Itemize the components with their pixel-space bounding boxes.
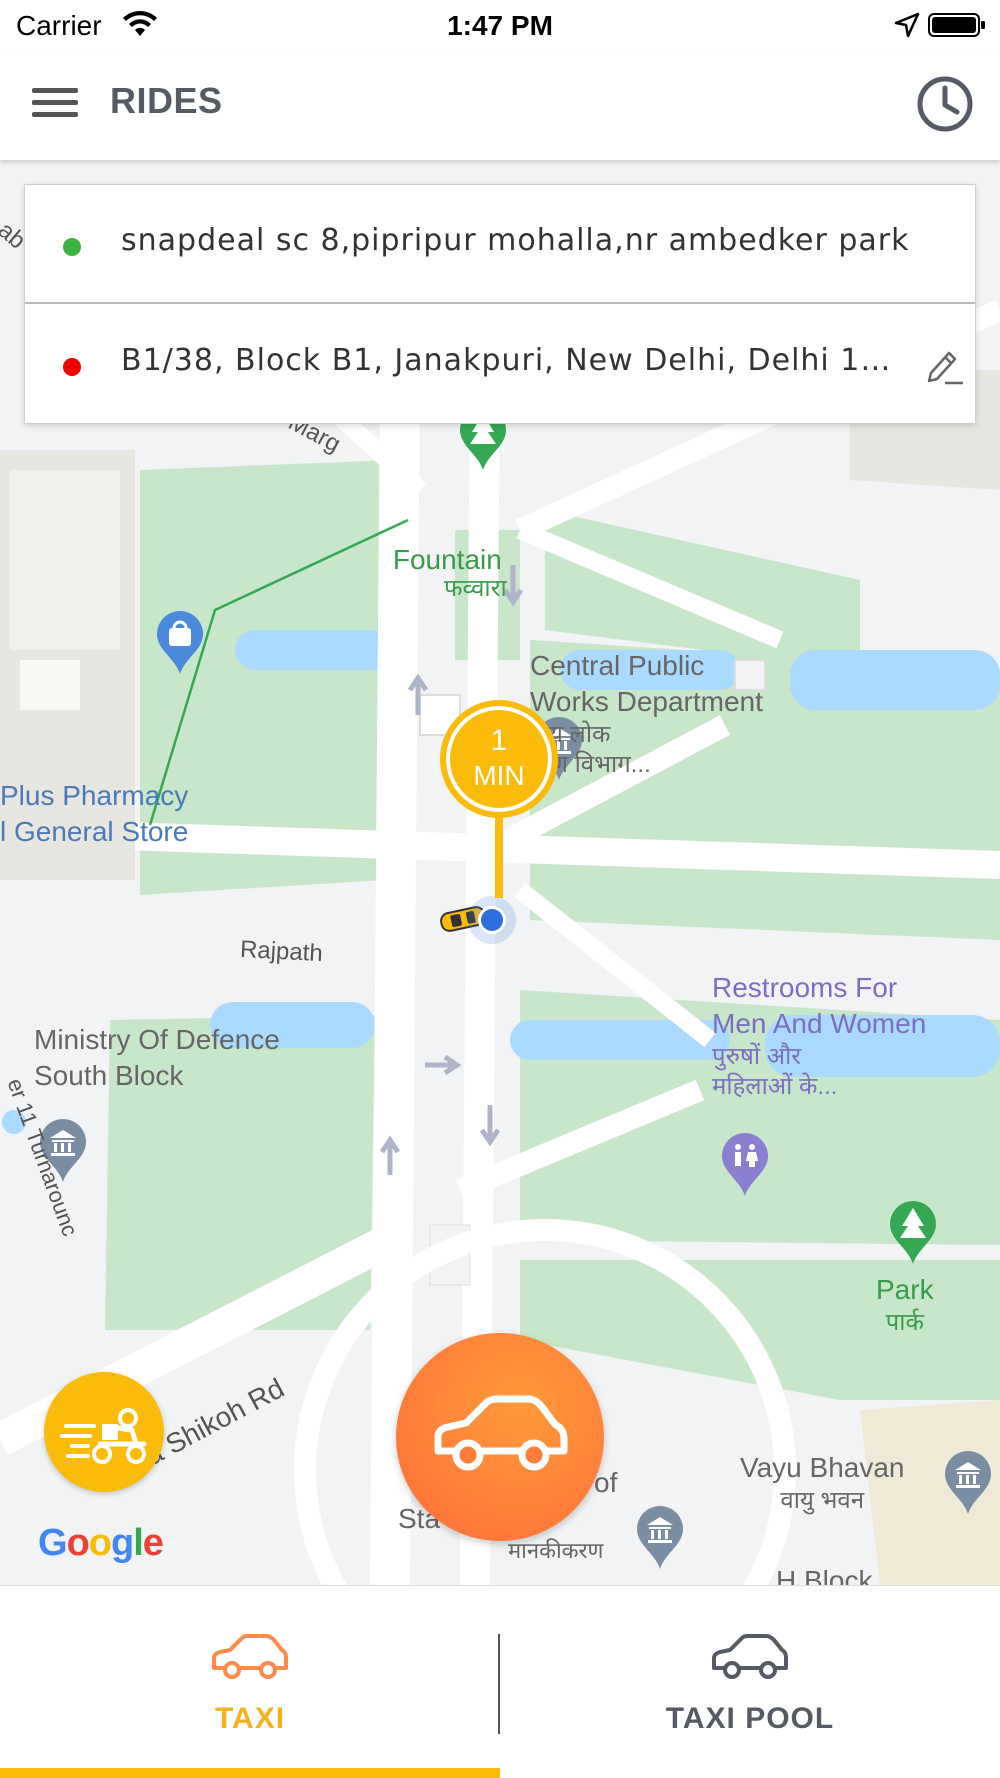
car-pool-icon xyxy=(712,1634,788,1679)
eta-marker: 1 MIN xyxy=(440,700,558,818)
tab-taxi-label: TAXI xyxy=(214,1702,286,1735)
hamburger-menu-icon[interactable] xyxy=(32,88,78,122)
status-bar: Carrier 1:47 PM xyxy=(0,0,1000,50)
edit-pencil-icon[interactable] xyxy=(921,345,965,389)
clock-time: 1:47 PM xyxy=(447,10,553,41)
tab-taxi-pool-label: TAXI POOL xyxy=(665,1702,835,1735)
address-card: snapdeal sc 8,pipripur mohalla,nr ambedk… xyxy=(24,184,976,424)
book-ride-button[interactable] xyxy=(396,1333,604,1541)
map-label-text: Works Department xyxy=(530,685,763,717)
delivery-scooter-icon xyxy=(60,1408,147,1464)
map-label-text: l General Store xyxy=(0,815,189,847)
government-pin-icon[interactable] xyxy=(635,1505,685,1571)
map-label-park: Park पार्क xyxy=(876,1272,934,1339)
map-label-text: Vayu Bhavan xyxy=(740,1452,905,1483)
map-label-text: मानकीकरण xyxy=(508,1537,604,1563)
nav-bar: RIDES xyxy=(0,50,1000,160)
tab-taxi[interactable]: TAXI xyxy=(0,1586,500,1778)
drop-address-text: B1/38, Block B1, Janakpuri, New Delhi, D… xyxy=(121,343,901,378)
eta-marker-stem xyxy=(495,810,503,898)
map-label-text: फव्वारा xyxy=(444,574,507,602)
map-label-vayu-bhavan: Vayu Bhavan वायु भवन xyxy=(740,1450,905,1517)
map-label-text: Central Public xyxy=(530,650,705,681)
shopping-pin-icon[interactable] xyxy=(155,610,205,676)
road-label-rajpath: Rajpath xyxy=(239,935,324,968)
tab-selected-indicator xyxy=(0,1768,500,1778)
map-label-defence: Ministry Of Defence South Block xyxy=(34,1022,280,1094)
map-label-pharmacy: Plus Pharmacy l General Store xyxy=(0,778,188,850)
map-label-text: पुरुषों और xyxy=(712,1042,802,1070)
tab-taxi-pool[interactable]: TAXI POOL xyxy=(500,1586,1000,1778)
map-label-text: र्माण विभाग... xyxy=(530,751,651,779)
eta-unit: MIN xyxy=(473,760,525,791)
drop-address-field[interactable]: B1/38, Block B1, Janakpuri, New Delhi, D… xyxy=(25,305,975,424)
delivery-scooter-button[interactable] xyxy=(44,1372,164,1492)
current-location-dot-icon xyxy=(468,896,516,944)
map-label-text: महिलाओं के... xyxy=(712,1073,838,1101)
map-label-text: Ministry Of Defence xyxy=(34,1024,280,1055)
map-label-fountain: Fountain फव्वारा xyxy=(388,542,507,605)
location-arrow-icon xyxy=(894,12,920,38)
map-label-restrooms: Restrooms For Men And Women पुरुषों और म… xyxy=(712,970,926,1103)
page-title: RIDES xyxy=(110,80,223,121)
map-label-text: Plus Pharmacy xyxy=(0,780,189,811)
car-icon xyxy=(434,1395,568,1471)
map-label-text: Men And Women xyxy=(712,1007,927,1039)
map-label-text: South Block xyxy=(34,1059,184,1091)
google-logo: Google xyxy=(38,1522,164,1564)
ride-type-tab-bar: TAXI TAXI POOL xyxy=(0,1585,1000,1778)
pickup-address-field[interactable]: snapdeal sc 8,pipripur mohalla,nr ambedk… xyxy=(25,185,975,304)
drop-dot-icon xyxy=(63,358,81,376)
eta-number: 1 xyxy=(490,724,508,757)
map-label-cpwd: Central Public Works Department द्रीय लो… xyxy=(530,648,763,781)
map-label-text: द्रीय लोक xyxy=(530,720,611,748)
clock-icon[interactable] xyxy=(915,74,975,134)
map-label-text: पार्क xyxy=(885,1308,924,1336)
taxi-car-icon xyxy=(212,1634,288,1679)
map-label-text: वायु भवन xyxy=(780,1486,865,1514)
map-label-hblock: H Block xyxy=(776,1565,873,1585)
park-pin-icon[interactable] xyxy=(888,1200,938,1266)
battery-icon xyxy=(928,13,985,37)
map-label-text: Park xyxy=(876,1274,934,1305)
pickup-address-text: snapdeal sc 8,pipripur mohalla,nr ambedk… xyxy=(121,223,910,258)
map-label-text: Fountain xyxy=(392,544,502,575)
restroom-pin-icon[interactable] xyxy=(720,1132,770,1198)
map-label-text: Restrooms For xyxy=(712,972,898,1003)
government-pin-icon[interactable] xyxy=(943,1450,993,1516)
pickup-dot-icon xyxy=(63,238,81,256)
